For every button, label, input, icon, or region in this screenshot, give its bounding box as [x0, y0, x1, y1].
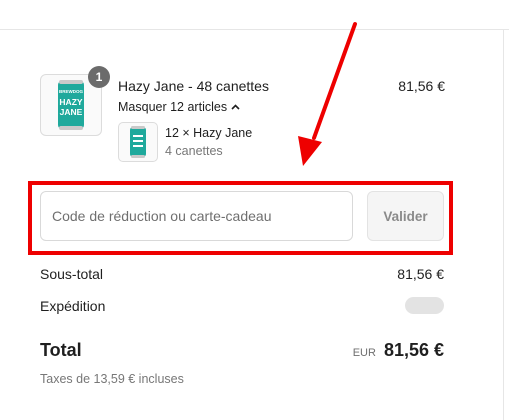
shipping-value-placeholder [405, 297, 444, 314]
subitem-quantity: 4 canettes [165, 144, 223, 158]
total-amount-group: EUR 81,56 € [353, 340, 444, 361]
product-name: Hazy Jane - 48 canettes [118, 78, 269, 94]
chevron-up-icon [231, 104, 240, 110]
can-line1-text: HAZY [59, 97, 82, 107]
toggle-label: Masquer 12 articles [118, 100, 228, 114]
subtotal-value: 81,56 € [397, 266, 444, 282]
right-divider [503, 29, 504, 420]
apply-discount-button[interactable]: Valider [367, 191, 444, 241]
can-line2-text: JANE [60, 107, 83, 117]
hide-items-toggle[interactable]: Masquer 12 articles [118, 100, 240, 114]
product-price: 81,56 € [398, 78, 445, 94]
shipping-label: Expédition [40, 298, 106, 314]
discount-code-input[interactable] [40, 191, 353, 241]
total-label: Total [40, 340, 82, 360]
subitem-image [118, 122, 158, 162]
total-amount: 81,56 € [383, 340, 444, 360]
can-brand-text: BREWDOG [59, 89, 83, 94]
subitem-name: 12 × Hazy Jane [165, 126, 253, 140]
taxes-note: Taxes de 13,59 € incluses [40, 372, 184, 386]
top-divider [0, 29, 509, 30]
beer-can-icon [130, 126, 146, 158]
quantity-badge: 1 [88, 66, 110, 88]
subtotal-label: Sous-total [40, 266, 104, 282]
currency-code: EUR [352, 347, 376, 359]
